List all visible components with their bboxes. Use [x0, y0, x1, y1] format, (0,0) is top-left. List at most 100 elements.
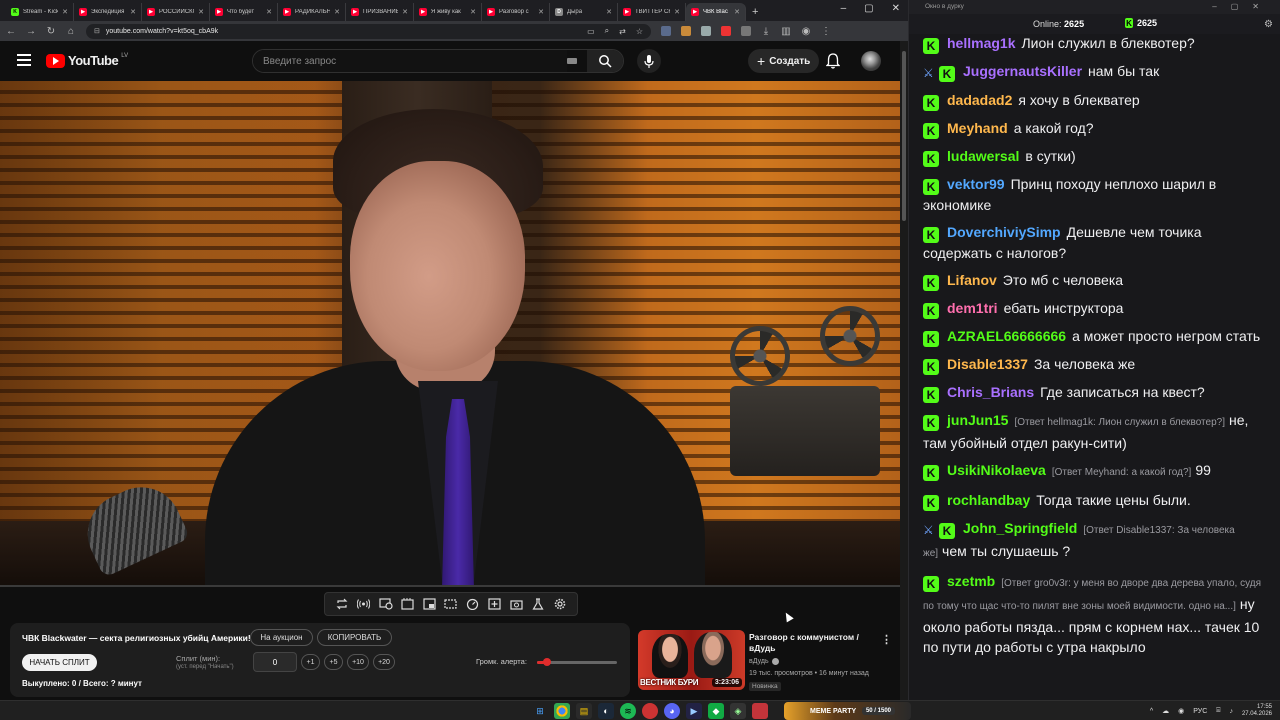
keyboard-icon[interactable] — [567, 58, 577, 64]
gear-icon[interactable]: ⚙ — [1264, 19, 1273, 30]
extension-icon[interactable] — [721, 26, 731, 36]
start-split-button[interactable]: НАЧАТЬ СПЛИТ — [22, 654, 97, 671]
extension-icon[interactable] — [661, 26, 671, 36]
picture-in-picture-icon[interactable] — [422, 597, 436, 611]
account-avatar[interactable] — [861, 51, 881, 71]
youtube-logo[interactable]: YouTube LV — [46, 53, 128, 68]
network-icon[interactable]: ⌸ — [1216, 707, 1220, 715]
alert-volume-slider[interactable] — [537, 658, 617, 666]
close-tab-icon[interactable]: ✕ — [734, 8, 740, 16]
add-5-button[interactable]: +5 — [324, 654, 343, 670]
recommended-video[interactable]: ВЕСТНИК БУРИ 3:23:06 Разговор с коммунис… — [638, 630, 900, 694]
page-scrollbar[interactable] — [900, 41, 908, 700]
chat-username[interactable]: AZRAEL66666666 — [947, 328, 1066, 344]
browser-tab[interactable]: ▶ Я живу как ✕ — [414, 3, 482, 21]
chat-window-controls[interactable]: –▢✕ — [1212, 2, 1273, 11]
meme-party-widget[interactable]: MEME PARTY 50 / 1500 — [784, 702, 911, 720]
chat-username[interactable]: DoverchiviySimp — [947, 224, 1061, 240]
new-tab-icon[interactable]: + — [746, 3, 764, 21]
tray-expand-icon[interactable]: ^ — [1150, 708, 1153, 715]
menu-dots-icon[interactable]: ⋮ — [821, 26, 831, 37]
recommended-title[interactable]: Разговор с коммунистом / вДудь — [749, 632, 874, 654]
volume-knob[interactable] — [542, 658, 551, 666]
chat-username[interactable]: Chris_Brians — [947, 384, 1034, 400]
address-bar[interactable]: ⊟ youtube.com/watch?v=kt5oq_cbA9k ▭ ⌕ ⇄ … — [86, 23, 651, 39]
scrollbar-thumb[interactable] — [902, 51, 906, 221]
to-auction-button[interactable]: На аукцион — [250, 629, 313, 646]
close-tab-icon[interactable]: ✕ — [130, 8, 136, 16]
add-20-button[interactable]: +20 — [373, 654, 395, 670]
browser-tab[interactable]: ▶ РОССИЙСКО ✕ — [142, 3, 210, 21]
create-button[interactable]: + Создать — [748, 49, 820, 73]
maximize-icon[interactable]: ▢ — [864, 3, 873, 14]
close-tab-icon[interactable]: ✕ — [606, 8, 612, 16]
film-icon[interactable] — [400, 597, 414, 611]
close-tab-icon[interactable]: ✕ — [198, 8, 204, 16]
loop-icon[interactable] — [335, 597, 349, 611]
chat-username[interactable]: Meyhand — [947, 120, 1008, 136]
clock[interactable]: 17:55 27.04.2026 — [1242, 704, 1272, 718]
spotify-icon[interactable]: ≋ — [620, 703, 636, 719]
chrome-icon[interactable] — [554, 703, 570, 719]
broadcast-icon[interactable] — [357, 597, 371, 611]
browser-tab[interactable]: D Дыра ✕ — [550, 3, 618, 21]
add-image-icon[interactable] — [488, 597, 502, 611]
chat-username[interactable]: Disable1337 — [947, 356, 1028, 372]
copy-button[interactable]: КОПИРОВАТЬ — [317, 629, 392, 646]
volume-icon[interactable]: ♪ — [1229, 708, 1233, 715]
gear-icon[interactable] — [553, 597, 567, 611]
notifications-bell-icon[interactable] — [826, 53, 840, 69]
profile-icon[interactable]: ◉ — [801, 26, 811, 37]
video-player[interactable] — [0, 81, 900, 587]
discord-icon[interactable]: ◕ — [664, 703, 680, 719]
video-settings-icon[interactable] — [378, 597, 393, 611]
hamburger-menu-icon[interactable] — [17, 54, 31, 66]
download-icon[interactable]: ⤓ — [761, 26, 771, 37]
browser-tab[interactable]: ▶ ТВИТТЕР СН ✕ — [618, 3, 686, 21]
more-actions-icon[interactable]: ⋮ — [881, 633, 892, 646]
search-input[interactable] — [253, 50, 567, 72]
language-indicator[interactable]: РУС — [1193, 708, 1207, 715]
close-tab-icon[interactable]: ✕ — [402, 8, 408, 16]
clip-icon[interactable] — [444, 597, 458, 611]
chat-username[interactable]: UsikiNikolaeva — [947, 462, 1046, 478]
app-icon[interactable]: ◆ — [708, 703, 724, 719]
close-tab-icon[interactable]: ✕ — [266, 8, 272, 16]
translate-icon[interactable]: ⇄ — [619, 27, 626, 36]
browser-tab[interactable]: ▶ Что будет ✕ — [210, 3, 278, 21]
close-window-icon[interactable]: ✕ — [892, 3, 900, 14]
file-explorer-icon[interactable]: ▤ — [576, 703, 592, 719]
chat-username[interactable]: dadadad2 — [947, 92, 1012, 108]
reply-reference[interactable]: [Ответ hellmag1k: Лион служил в блеквоте… — [1014, 417, 1225, 428]
chat-username[interactable]: JuggernautsKiller — [963, 63, 1082, 79]
media-player-icon[interactable]: ▶ — [686, 703, 702, 719]
close-tab-icon[interactable]: ✕ — [334, 8, 340, 16]
split-minutes-input[interactable] — [253, 652, 297, 672]
close-tab-icon[interactable]: ✕ — [674, 8, 680, 16]
app-tray-icon[interactable]: ◉ — [1178, 707, 1184, 715]
recommended-channel[interactable]: вДудь — [749, 658, 779, 665]
browser-tab[interactable]: ▶ Экспедиция ✕ — [74, 3, 142, 21]
zoom-icon[interactable]: ⌕ — [605, 26, 609, 36]
app-icon[interactable]: ◈ — [730, 703, 746, 719]
windows-start-icon[interactable]: ⊞ — [532, 703, 548, 719]
recommended-thumbnail[interactable]: ВЕСТНИК БУРИ 3:23:06 — [638, 630, 745, 690]
chat-username[interactable]: Lifanov — [947, 272, 997, 288]
forward-icon[interactable]: → — [26, 26, 36, 37]
steam-icon[interactable]: ◐ — [598, 703, 614, 719]
cloud-icon[interactable]: ☁ — [1162, 707, 1169, 715]
chat-username[interactable]: hellmag1k — [947, 35, 1015, 51]
bookmark-star-icon[interactable]: ☆ — [636, 27, 643, 36]
chat-username[interactable]: dem1tri — [947, 300, 998, 316]
close-tab-icon[interactable]: ✕ — [62, 8, 68, 16]
browser-tab[interactable]: ▶ ЧВК Blac ✕ — [686, 3, 746, 21]
browser-tab[interactable]: ▶ РАДИКАЛЬН ✕ — [278, 3, 346, 21]
puzzle-icon[interactable] — [741, 26, 751, 36]
chat-username[interactable]: junJun15 — [947, 412, 1008, 428]
speed-icon[interactable] — [466, 597, 480, 611]
chat-username[interactable]: rochlandbay — [947, 492, 1030, 508]
site-info-icon[interactable]: ⊟ — [94, 27, 100, 35]
sidebar-icon[interactable]: ▥ — [781, 26, 791, 37]
home-icon[interactable]: ⌂ — [66, 26, 76, 37]
chat-username[interactable]: vektor99 — [947, 176, 1005, 192]
